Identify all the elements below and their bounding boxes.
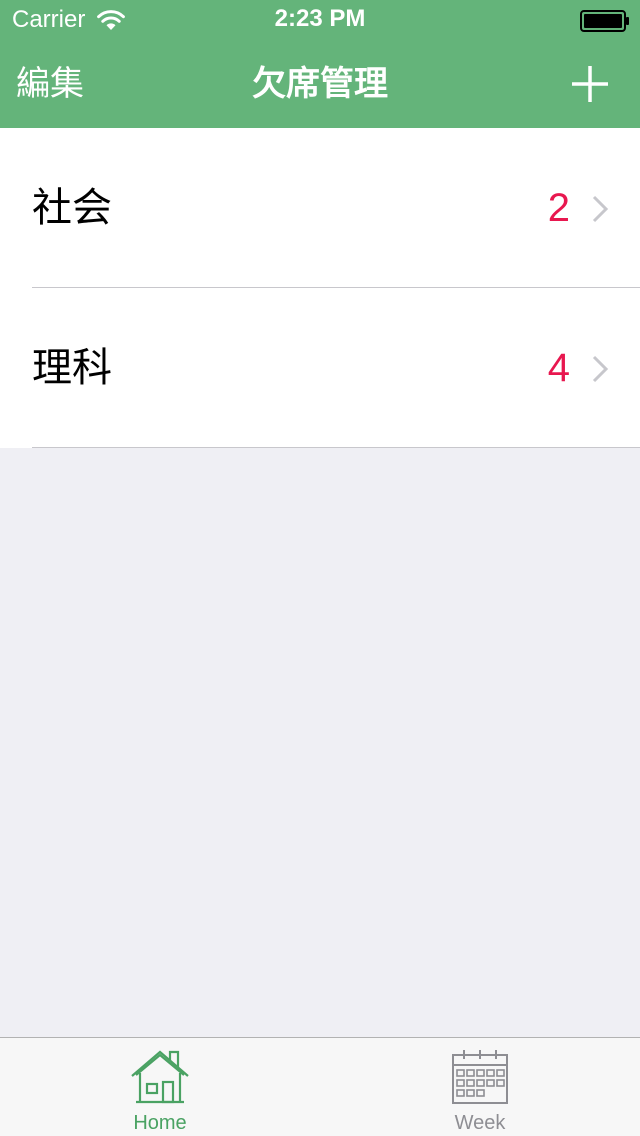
page-title: 欠席管理: [252, 64, 388, 104]
tab-home[interactable]: Home: [0, 1038, 320, 1136]
subject-list: 社会 2 理科 4: [0, 128, 640, 448]
chevron-right-icon: [592, 355, 609, 383]
row-divider: [32, 447, 640, 448]
tab-label: Week: [454, 1112, 506, 1134]
chevron-right-icon: [592, 195, 609, 223]
battery-icon: [580, 10, 629, 32]
subject-name: 理科: [32, 345, 112, 391]
tab-bar: Home Week: [0, 1037, 640, 1136]
tab-week[interactable]: Week: [320, 1038, 640, 1136]
home-icon: [131, 1050, 189, 1104]
subject-name: 社会: [32, 185, 112, 231]
header: Carrier 2:23 PM 編集 欠席管理: [0, 0, 640, 128]
clock: 2:23 PM: [274, 5, 366, 32]
calendar-icon: [452, 1050, 508, 1104]
plus-icon[interactable]: [566, 60, 614, 108]
absence-count: 2: [547, 186, 570, 230]
list-item-subject-0[interactable]: 社会 2: [0, 128, 640, 288]
status-bar: Carrier 2:23 PM: [0, 0, 640, 40]
list-item-subject-1[interactable]: 理科 4: [0, 288, 640, 448]
navigation-bar: 編集 欠席管理: [0, 40, 640, 128]
absence-count: 4: [547, 346, 570, 390]
tab-label: Home: [133, 1112, 187, 1134]
